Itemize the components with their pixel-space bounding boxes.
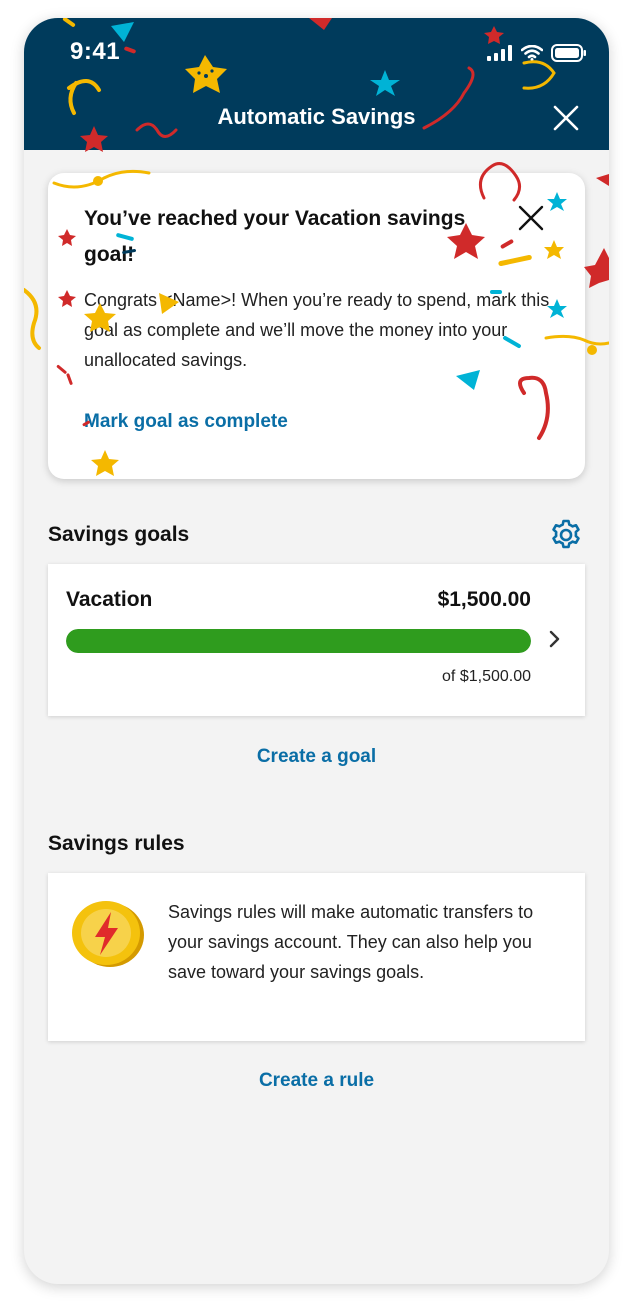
goal-name: Vacation xyxy=(66,588,153,611)
goal-target: of $1,500.00 xyxy=(442,668,531,685)
phone-screen: 9:41 Automatic Savings You’ve reached yo… xyxy=(24,18,609,1284)
confetti-triangle xyxy=(596,174,609,186)
status-icons xyxy=(487,43,587,63)
confetti-ribbon xyxy=(24,288,41,350)
battery-icon xyxy=(551,44,586,62)
close-icon[interactable] xyxy=(553,105,579,131)
page-title: Automatic Savings xyxy=(217,104,416,129)
mark-goal-complete-link[interactable]: Mark goal as complete xyxy=(84,411,288,433)
create-goal-link[interactable]: Create a goal xyxy=(24,746,609,768)
wifi-icon xyxy=(521,45,543,61)
goal-progress-fill xyxy=(66,629,531,653)
create-rule-link[interactable]: Create a rule xyxy=(24,1070,609,1092)
goal-reached-banner: You’ve reached your Vacation savings goa… xyxy=(48,173,585,479)
savings-rules-description: Savings rules will make automatic transf… xyxy=(168,902,534,982)
goal-amount: $1,500.00 xyxy=(437,588,531,611)
confetti-star xyxy=(584,248,609,288)
lightning-coin-icon xyxy=(72,901,144,967)
savings-rules-heading: Savings rules xyxy=(48,832,185,855)
savings-goals-heading: Savings goals xyxy=(48,523,190,546)
gear-icon[interactable] xyxy=(549,518,583,552)
banner-message: Congrats <Name>! When you’re ready to sp… xyxy=(84,290,550,370)
status-time: 9:41 xyxy=(70,38,121,65)
savings-rules-card: Savings rules will make automatic transf… xyxy=(48,873,585,1041)
banner-title: You’ve reached your Vacation savings goa… xyxy=(84,207,466,266)
cellular-signal-icon xyxy=(487,45,512,61)
chevron-right-icon xyxy=(549,630,560,648)
app-header: 9:41 Automatic Savings xyxy=(24,18,609,150)
goal-card-vacation[interactable]: Vacation $1,500.00 of $1,500.00 xyxy=(48,564,585,716)
goal-progress-bar xyxy=(66,629,531,653)
banner-close-icon[interactable] xyxy=(518,205,544,231)
